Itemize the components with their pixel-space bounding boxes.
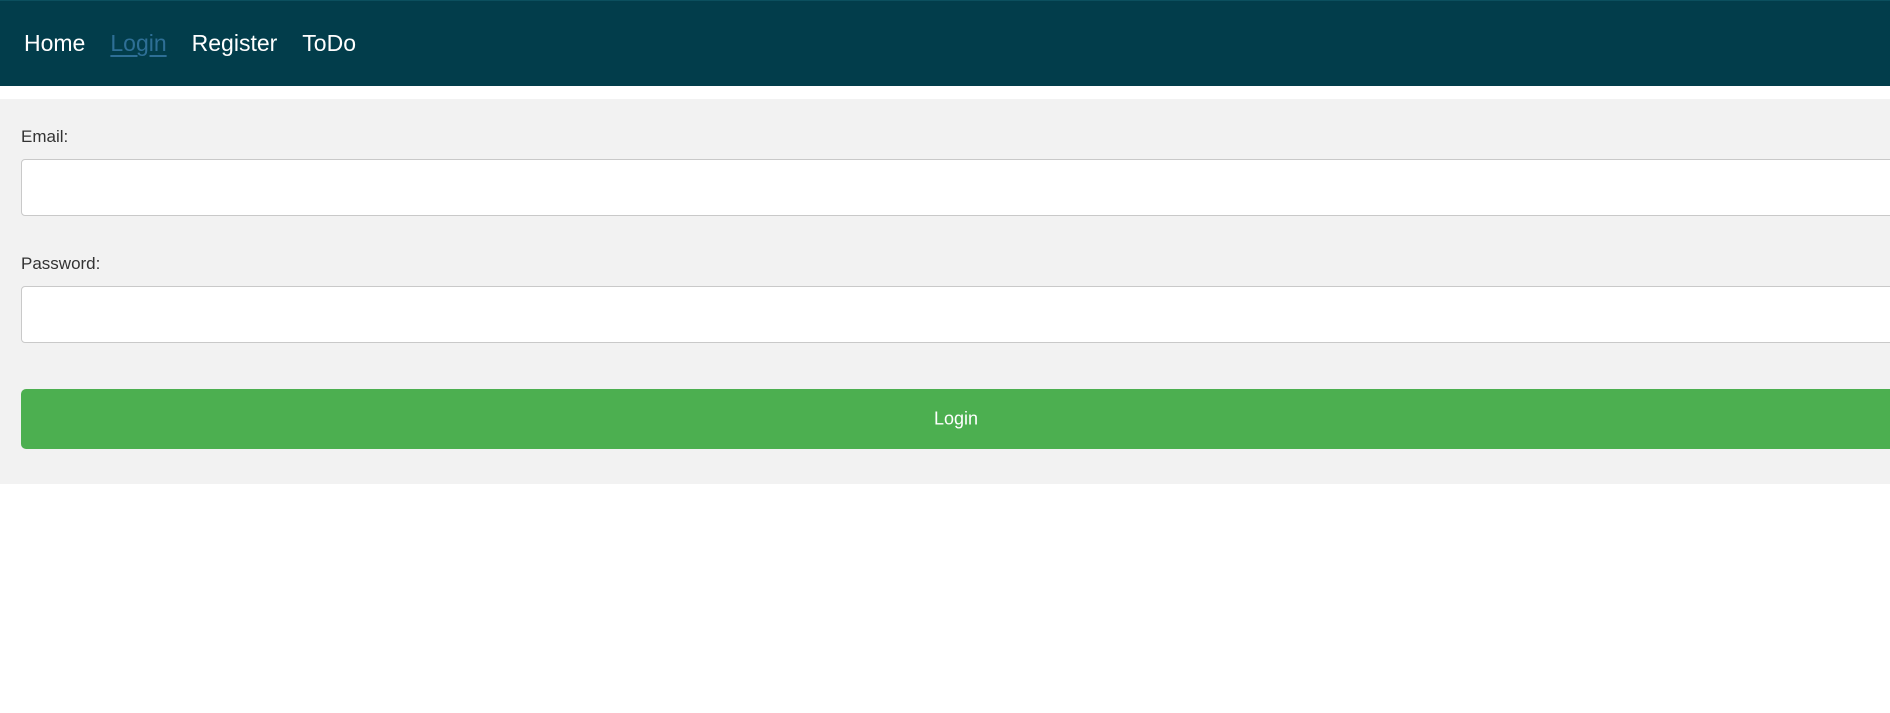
nav-link-login[interactable]: Login [110, 32, 166, 55]
login-button-label: Login [934, 408, 979, 429]
nav-link-todo[interactable]: ToDo [302, 32, 356, 55]
nav-link-register[interactable]: Register [192, 32, 278, 55]
top-navbar: Home Login Register ToDo [0, 0, 1890, 86]
email-label: Email: [21, 127, 69, 146]
email-input[interactable] [21, 159, 1890, 216]
login-form: Email: Password: Login [0, 99, 1890, 484]
login-button[interactable]: Login [21, 389, 1890, 449]
nav-link-home[interactable]: Home [24, 32, 85, 55]
password-label: Password: [21, 254, 101, 273]
password-input[interactable] [21, 286, 1890, 343]
